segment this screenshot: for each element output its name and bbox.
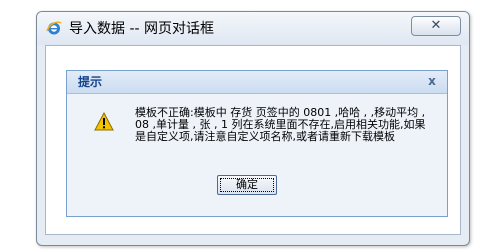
ie-icon [46,20,62,36]
close-icon: ✕ [430,18,442,33]
message-box-close-icon[interactable]: x [425,74,439,88]
message-box: 提示 x 模板不正确:模板中 存货 页签中的 0801 ,哈哈 , ,移动平均 … [66,70,448,217]
title-bar[interactable]: 导入数据 -- 网页对话框 ✕ [37,12,469,45]
message-box-header[interactable]: 提示 x [67,71,447,94]
dialog-content: 提示 x 模板不正确:模板中 存货 页签中的 0801 ,哈哈 , ,移动平均 … [45,45,461,235]
warning-icon [94,111,114,131]
window-close-button[interactable]: ✕ [411,16,461,36]
window-title: 导入数据 -- 网页对话框 [69,21,215,37]
ok-button[interactable]: 确定 [217,175,277,195]
dialog-window: 导入数据 -- 网页对话框 ✕ 提示 x 模板不正确:模板中 存货 页签中的 0… [36,11,470,246]
message-box-title: 提示 [78,75,103,89]
ok-button-label: 确定 [236,178,258,191]
message-text: 模板不正确:模板中 存货 页签中的 0801 ,哈哈 , ,移动平均 , 08 … [135,106,426,143]
